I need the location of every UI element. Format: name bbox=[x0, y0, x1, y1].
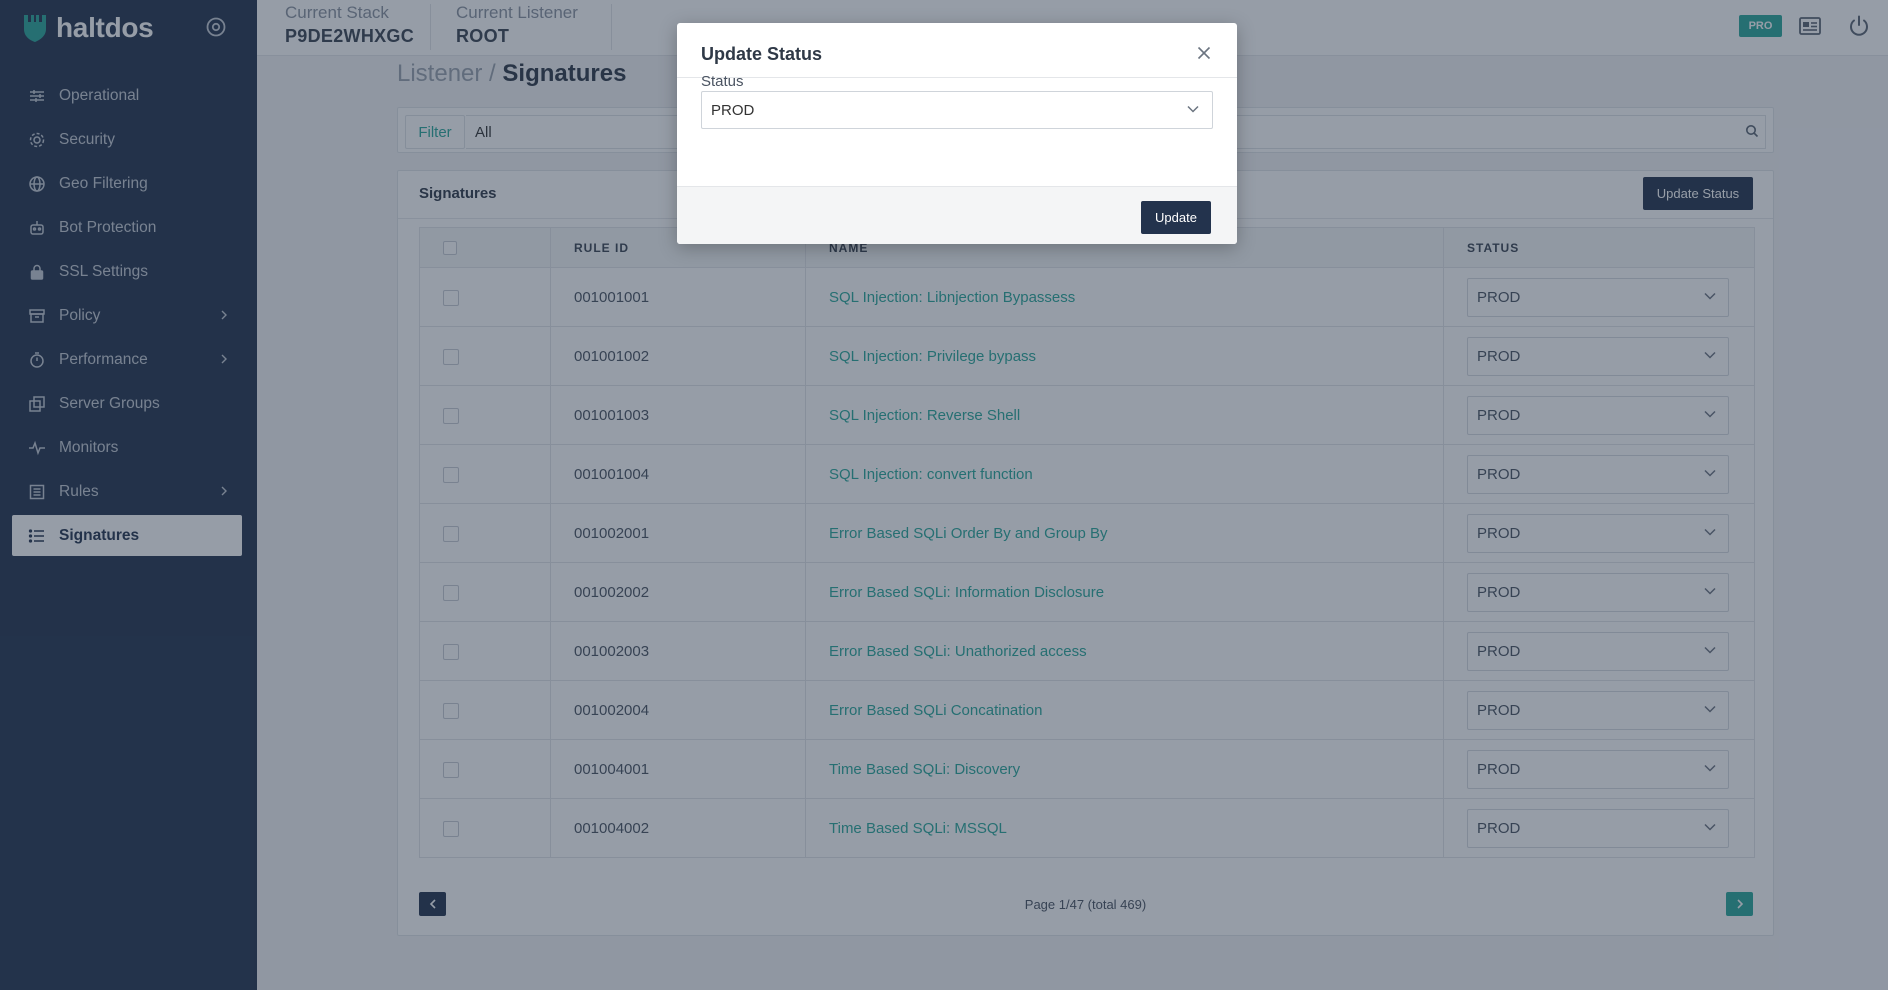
close-icon[interactable] bbox=[1197, 46, 1211, 60]
status-select-value: PROD bbox=[711, 101, 755, 119]
modal-title: Update Status bbox=[701, 44, 823, 64]
chevron-down-icon bbox=[1187, 105, 1199, 113]
status-field-label: Status bbox=[701, 73, 744, 90]
update-status-modal: Update Status Status PROD Update bbox=[677, 23, 1237, 244]
modal-footer: Update bbox=[677, 186, 1237, 244]
update-button[interactable]: Update bbox=[1141, 201, 1211, 234]
modal-header: Update Status bbox=[677, 23, 1237, 78]
status-select[interactable]: PROD bbox=[701, 91, 1213, 129]
